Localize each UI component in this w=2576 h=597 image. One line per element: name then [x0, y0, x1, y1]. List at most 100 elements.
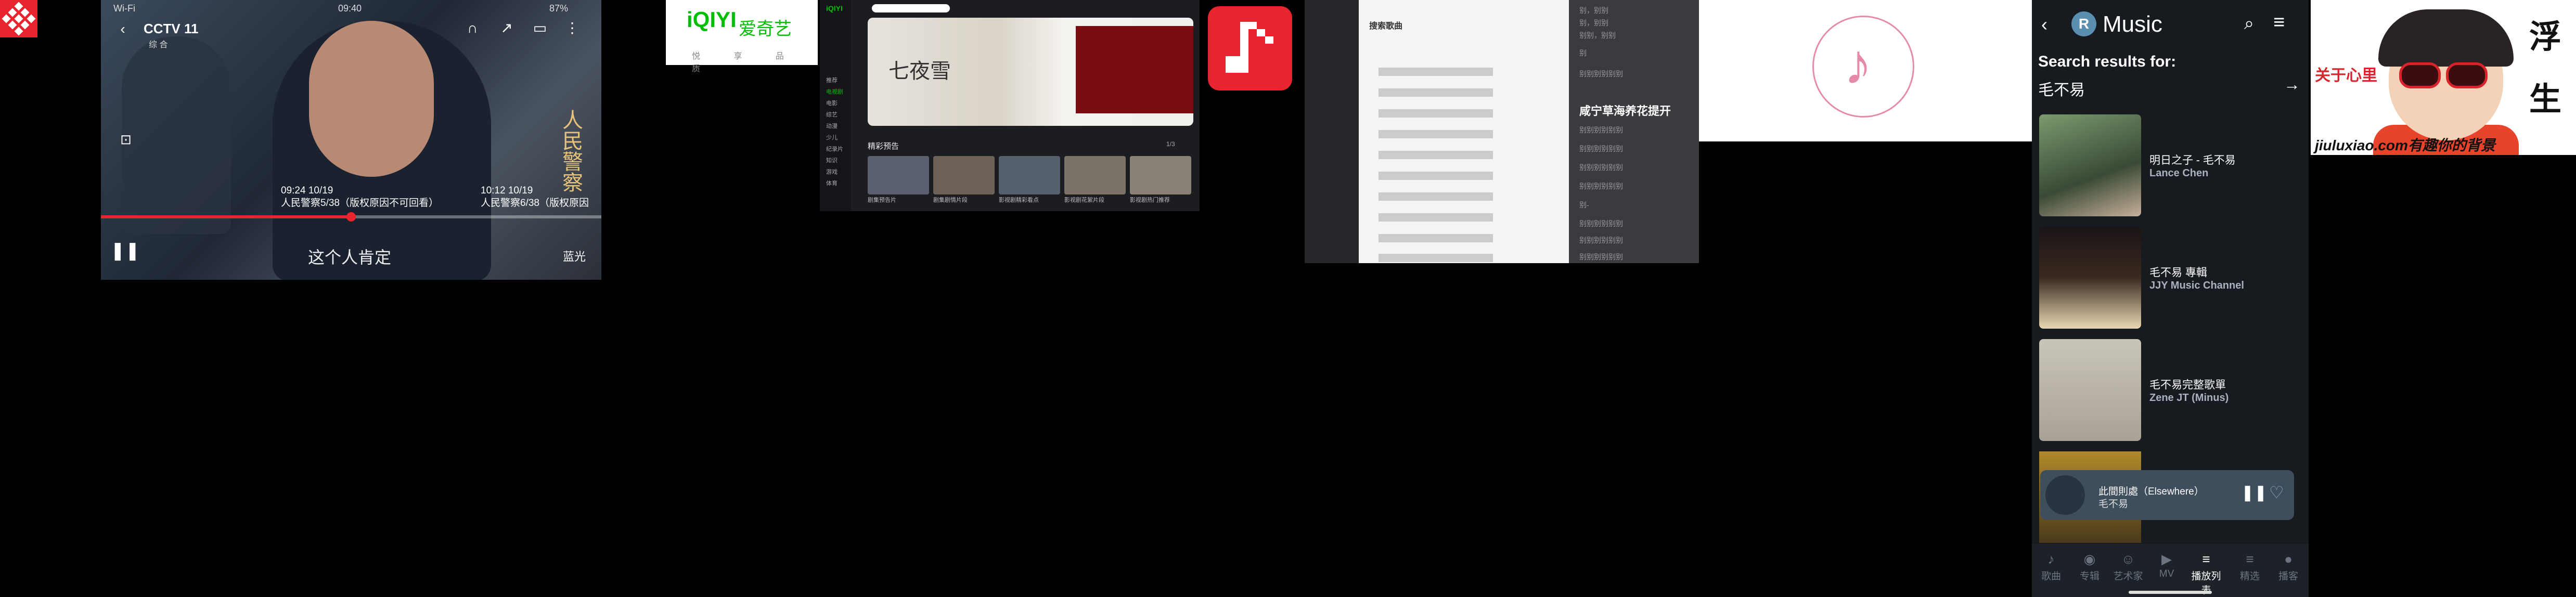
artist-icon: ☺: [2121, 551, 2135, 567]
result-thumbnail: [2039, 339, 2141, 441]
more-icon[interactable]: ⋮: [563, 19, 582, 37]
search-input[interactable]: [872, 4, 950, 12]
thumb-caption: 剧集预告片: [868, 197, 896, 203]
list-item[interactable]: 毛不易完整歌單 Zene JT (Minus): [2039, 339, 2304, 441]
thumb-caption: 剧集剧情片段: [933, 197, 968, 203]
sidebar-item[interactable]: 游戏: [826, 167, 851, 176]
tab-playlists[interactable]: ≡播放列表: [2188, 551, 2224, 596]
table-row[interactable]: [1379, 192, 1493, 201]
sidebar-item[interactable]: 推荐: [826, 76, 851, 84]
tab-label: 歌曲: [2041, 571, 2061, 582]
video-thumb[interactable]: [1130, 156, 1191, 194]
tip-right-time: 10:12 10/19: [481, 185, 533, 196]
sidebar-item[interactable]: 综艺: [826, 110, 851, 119]
battery-level: 87%: [549, 3, 569, 14]
result-title: 明日之子 - 毛不易: [2149, 154, 2236, 166]
video-thumb[interactable]: [1064, 156, 1126, 194]
lyric-line: 别别别别别别: [1579, 163, 1623, 172]
tab-mv[interactable]: ▶ MV: [2148, 551, 2185, 580]
pager[interactable]: 1/3: [1166, 140, 1175, 148]
album-icon: ◉: [2083, 551, 2096, 567]
lyric-line: 别别别别别别: [1579, 236, 1623, 244]
table-row[interactable]: [1379, 172, 1493, 180]
back-icon[interactable]: ‹: [113, 20, 132, 38]
cartoon-footer-text: jiuluxiao.com有趣你的背景: [2315, 137, 2495, 153]
desktop-music-list: 搜索歌曲 别，别别 别，别别 别别，别别 别 别别别别别别 咸宁草海养花提开 别…: [1305, 0, 1699, 263]
result-title: 毛不易完整歌單: [2149, 379, 2226, 391]
iqiyi-logo: iQIYI: [687, 7, 737, 32]
headphones-icon[interactable]: ∩: [463, 19, 482, 37]
menu-icon[interactable]: ≡: [2273, 11, 2285, 34]
video-thumb[interactable]: [999, 156, 1060, 194]
channel-name: CCTV 11: [144, 21, 199, 36]
table-row[interactable]: [1379, 254, 1493, 262]
lyric-line: 别别别别别别: [1579, 253, 1623, 261]
app-title: Music: [2103, 11, 2162, 37]
music-note-icon: ♪: [2047, 551, 2055, 567]
lock-icon[interactable]: ⊡: [117, 130, 135, 149]
table-row[interactable]: [1379, 213, 1493, 222]
danmaku-icon[interactable]: ▭: [531, 19, 549, 37]
lyric-line: 别: [1579, 49, 1587, 57]
bottom-tab-bar: ♪ 歌曲 ◉ 专辑 ☺ 艺术家 ▶MV ≡播放列表 ≡ 精选 ● 播客: [2032, 544, 2309, 597]
back-icon[interactable]: ‹: [2041, 14, 2047, 35]
heart-icon[interactable]: ♡: [2269, 483, 2284, 502]
search-icon[interactable]: ⌕: [2244, 14, 2254, 34]
sidebar-item[interactable]: 电影: [826, 99, 851, 107]
sidebar-item[interactable]: 少儿: [826, 133, 851, 141]
tip-left-time: 09:24 10/19: [281, 185, 333, 196]
sidebar-item[interactable]: 动漫: [826, 122, 851, 130]
tab-artists[interactable]: ☺ 艺术家: [2110, 551, 2146, 582]
tip-right-title: 人民警察6/38（版权原因: [481, 198, 589, 209]
result-thumbnail: [2039, 227, 2141, 329]
table-row[interactable]: [1379, 88, 1493, 97]
lyric-line: 别别别别别别: [1579, 145, 1623, 153]
tab-albums[interactable]: ◉ 专辑: [2071, 551, 2108, 582]
sidebar-item[interactable]: 知识: [826, 156, 851, 164]
channel-sub: 综 合: [149, 41, 168, 49]
tab-podcasts[interactable]: ● 播客: [2270, 551, 2307, 582]
table-row[interactable]: [1379, 109, 1493, 118]
winged-note-icon: ♪: [1844, 32, 1872, 96]
search-results-label: Search results for:: [2038, 53, 2176, 70]
background-figure: [122, 36, 231, 234]
list-item[interactable]: 明日之子 - 毛不易 Lance Chen: [2039, 114, 2304, 216]
tab-songs[interactable]: ♪ 歌曲: [2033, 551, 2069, 582]
sidebar-item[interactable]: 体育: [826, 179, 851, 187]
iqiyi-name: 爱奇艺: [739, 19, 792, 39]
pause-icon[interactable]: ❚❚: [110, 240, 140, 261]
result-thumbnail: [2039, 114, 2141, 216]
list-item[interactable]: 毛不易 專輯 JJY Music Channel: [2039, 227, 2304, 329]
lyric-line: 别别别别别别: [1579, 70, 1623, 78]
hero-banner[interactable]: 七夜雪: [868, 18, 1193, 126]
clock: 09:40: [338, 3, 362, 14]
sidebar-item[interactable]: 纪录片: [826, 145, 851, 153]
sidebar-item[interactable]: 电视剧: [826, 87, 851, 96]
share-icon[interactable]: ↗: [497, 19, 516, 37]
progress-knob[interactable]: [346, 212, 356, 222]
list-header: 搜索歌曲: [1369, 22, 1403, 31]
thumb-caption: 影视剧热门推荐: [1130, 197, 1170, 203]
table-row[interactable]: [1379, 234, 1493, 242]
mini-player[interactable]: 此間則處（Elsewhere） 毛不易 ❚❚ ♡: [2040, 470, 2294, 520]
lyric-line: 别，别别: [1579, 6, 1608, 15]
home-indicator: [2129, 591, 2212, 594]
list-icon: ≡: [2246, 551, 2254, 567]
video-thumb[interactable]: [868, 156, 929, 194]
sidebar-logo: iQIYI: [826, 4, 843, 12]
tip-left-title: 人民警察5/38（版权原因不可回看）: [281, 198, 439, 209]
pause-icon[interactable]: ❚❚: [2241, 484, 2267, 502]
video-player[interactable]: Wi-Fi 09:40 87% ‹ CCTV 11 综 合 ∩ ↗ ▭ ⋮ ⊡ …: [101, 0, 601, 280]
quality-button[interactable]: 蓝光: [563, 248, 586, 264]
tab-featured[interactable]: ≡ 精选: [2232, 551, 2268, 582]
cartoon-hair: [2378, 9, 2514, 67]
music-app-icon[interactable]: [1208, 6, 1292, 90]
table-row[interactable]: [1379, 130, 1493, 138]
arrow-right-icon[interactable]: →: [2284, 75, 2300, 94]
tab-label: 专辑: [2079, 571, 2100, 582]
table-row[interactable]: [1379, 151, 1493, 159]
lyric-line: 别-: [1579, 201, 1589, 209]
thumb-caption: 影视剧精彩看点: [999, 197, 1039, 203]
video-thumb[interactable]: [933, 156, 995, 194]
table-row[interactable]: [1379, 68, 1493, 76]
